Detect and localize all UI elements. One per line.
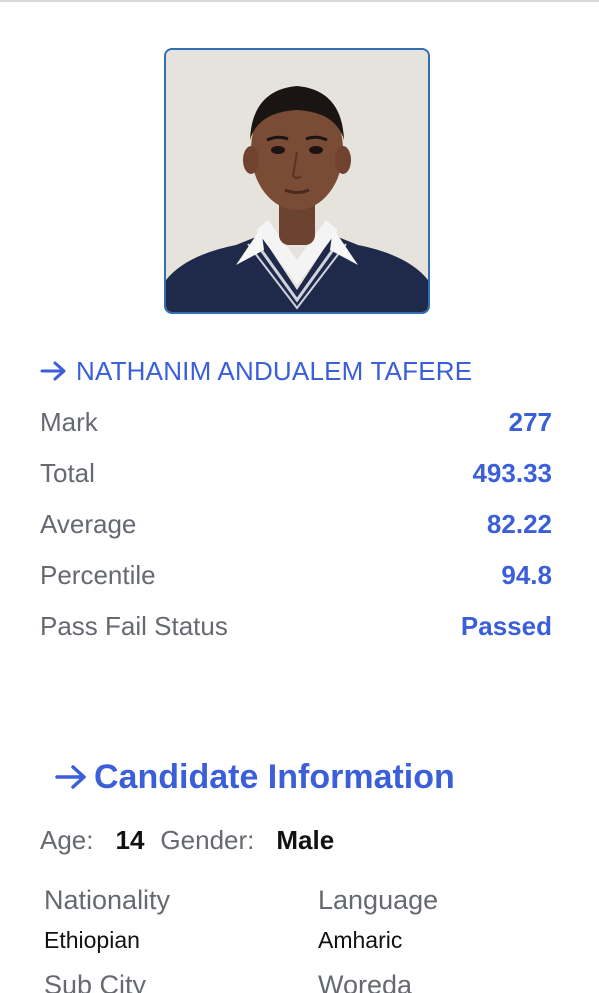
result-label: Percentile <box>40 559 156 590</box>
candidate-photo <box>164 48 430 314</box>
pass-status-value: Passed <box>460 610 552 641</box>
result-row-status: Pass Fail Status Passed <box>40 608 552 644</box>
candidate-name-row: NATHANIM ANDUALEM TAFERE <box>40 354 472 388</box>
subcity-label: Sub City <box>44 970 147 993</box>
result-value: 493.33 <box>472 457 552 488</box>
gender-label: Gender: <box>160 824 255 855</box>
age-label: Age: <box>40 824 94 855</box>
age-value: 14 <box>115 824 145 855</box>
woreda-label: Woreda <box>318 970 413 993</box>
result-label: Mark <box>40 406 98 437</box>
result-value: 82.22 <box>486 508 552 539</box>
result-row-percentile: Percentile 94.8 <box>40 557 552 593</box>
candidate-info-heading: Candidate Information <box>54 754 455 800</box>
arrow-right-icon <box>55 765 86 789</box>
age-gender-row: Age: 14 Gender: Male <box>40 822 334 858</box>
result-row-average: Average 82.22 <box>40 506 552 542</box>
result-label: Average <box>40 508 137 539</box>
arrow-right-icon <box>40 361 66 381</box>
result-label: Total <box>40 457 95 488</box>
candidate-photo-illustration <box>166 50 428 312</box>
language-value: Amharic <box>318 927 403 953</box>
section-title: Candidate Information <box>94 757 455 796</box>
result-value: 277 <box>508 406 552 437</box>
result-row-mark: Mark 277 <box>40 404 552 440</box>
result-value: 94.8 <box>501 559 552 590</box>
result-row-total: Total 493.33 <box>40 455 552 491</box>
nationality-label: Nationality <box>44 885 171 915</box>
nationality-value: Ethiopian <box>44 927 140 953</box>
language-label: Language <box>318 885 439 915</box>
gender-value: Male <box>276 824 335 855</box>
result-page: NATHANIM ANDUALEM TAFERE Mark 277 Total … <box>0 0 599 993</box>
candidate-name: NATHANIM ANDUALEM TAFERE <box>76 355 473 386</box>
top-divider <box>0 0 599 2</box>
result-label: Pass Fail Status <box>40 610 228 641</box>
